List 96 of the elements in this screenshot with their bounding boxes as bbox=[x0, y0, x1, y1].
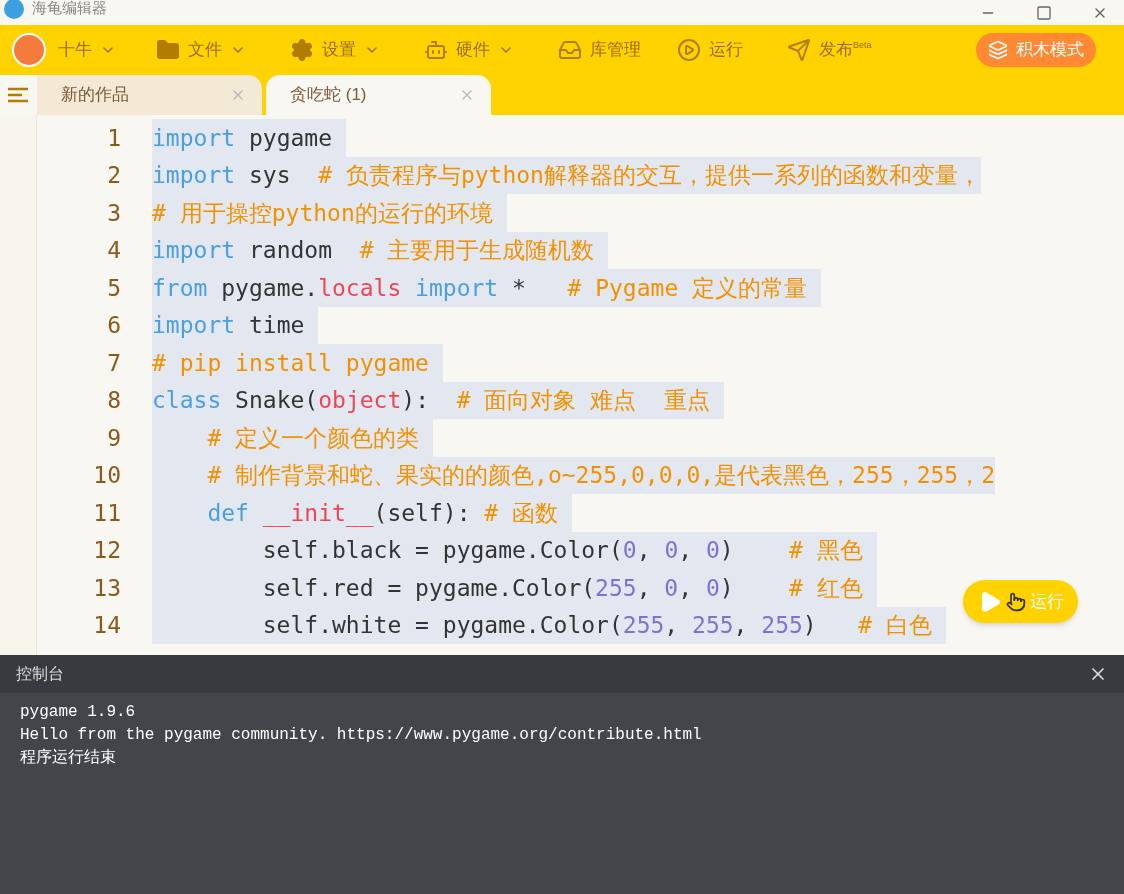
code-text: * bbox=[511, 273, 527, 303]
code-comment: # 函数 bbox=[484, 498, 560, 528]
line-number: 9 bbox=[106, 423, 121, 453]
number-literal: 0 bbox=[705, 573, 720, 603]
console-line: Hello from the pygame community. https://www.pygame.org/contribute.html bbox=[20, 725, 703, 746]
folder-icon bbox=[156, 38, 180, 62]
code-comment: # 制作背景和蛇、果实的的颜色,o~255,0,0,0,是代表黑色，255，255，2 bbox=[206, 461, 996, 490]
code-comment: # 定义一个颜色的类 bbox=[206, 423, 421, 453]
keyword: def bbox=[206, 498, 249, 528]
line-number: 2 bbox=[106, 161, 121, 190]
line-number: 13 bbox=[92, 573, 121, 603]
toolbar-menu[interactable]: 运行 bbox=[677, 37, 743, 63]
editor-tab[interactable]: 新的作品 bbox=[37, 75, 262, 115]
code-text: ) bbox=[719, 536, 735, 565]
block-mode-button[interactable]: 积木模式 bbox=[976, 33, 1096, 67]
code-text: ) bbox=[719, 573, 735, 603]
settings-icon bbox=[290, 38, 314, 62]
maximize-icon[interactable] bbox=[1036, 4, 1052, 21]
code-comment: # Pygame 定义的常量 bbox=[567, 273, 809, 303]
keyword: import bbox=[152, 123, 236, 153]
play-icon bbox=[677, 38, 701, 62]
line-number: 12 bbox=[92, 536, 121, 565]
avatar bbox=[12, 33, 46, 67]
console-title: 控制台 bbox=[16, 664, 64, 684]
line-number: 5 bbox=[106, 273, 121, 303]
code-comment: # 负责程序与python解释器的交互，提供一系列的函数和变量， bbox=[318, 161, 981, 190]
paper-plane-icon bbox=[787, 38, 811, 62]
number-literal: 0 bbox=[664, 536, 679, 565]
number-literal: 255 bbox=[595, 573, 637, 603]
code-text: random bbox=[247, 236, 334, 265]
line-number: 3 bbox=[106, 198, 121, 228]
code-comment: # 白色 bbox=[858, 611, 933, 640]
number-literal: 0 bbox=[622, 536, 637, 565]
number-literal: 0 bbox=[705, 536, 720, 565]
code-comment: # 用于操控python的运行的环境 bbox=[152, 198, 494, 228]
code-text: pygame. bbox=[220, 273, 319, 303]
code-comment: # 面向对象 难点 重点 bbox=[456, 386, 711, 415]
code-text: self.white = pygame.Color( bbox=[261, 611, 623, 640]
code-text: time bbox=[247, 311, 306, 340]
tab-label: 贪吃蛇 (1) bbox=[290, 84, 367, 107]
menu-icon[interactable] bbox=[7, 86, 30, 104]
number-literal: 255 bbox=[761, 611, 803, 640]
editor-tab[interactable]: 贪吃蛇 (1) bbox=[266, 75, 491, 115]
keyword: class bbox=[152, 386, 222, 415]
toolbar-menu[interactable]: 设置 bbox=[290, 37, 380, 63]
line-number: 14 bbox=[92, 611, 121, 640]
code-text: , bbox=[636, 536, 652, 565]
number-literal: 255 bbox=[692, 611, 734, 640]
line-number: 6 bbox=[106, 311, 121, 340]
number-literal: 0 bbox=[664, 573, 679, 603]
hand-cursor-icon bbox=[1005, 591, 1026, 612]
code-text: self.red = pygame.Color( bbox=[261, 573, 596, 603]
window-title: 海龟编辑器 bbox=[32, 0, 107, 19]
code-text: ): bbox=[401, 386, 430, 415]
number-literal: 255 bbox=[622, 611, 665, 640]
code-comment: # 黑色 bbox=[789, 536, 864, 565]
tray-icon bbox=[558, 38, 582, 62]
toolbar-menu[interactable]: 硬件 bbox=[424, 37, 514, 63]
line-number: 4 bbox=[106, 236, 121, 265]
keyword: import bbox=[152, 236, 236, 265]
code-text: , bbox=[733, 611, 749, 640]
toolbar-menu[interactable]: 库管理 bbox=[558, 37, 641, 63]
code-text: self.black = pygame.Color( bbox=[261, 536, 623, 565]
code-text: (self): bbox=[373, 498, 472, 526]
code-text: , bbox=[664, 611, 680, 640]
code-text: , bbox=[678, 536, 694, 565]
console-line: pygame 1.9.6 bbox=[20, 702, 137, 723]
user-menu[interactable]: 十牛 bbox=[58, 37, 116, 63]
beta-label: Beta bbox=[853, 39, 872, 51]
tab-label: 新的作品 bbox=[61, 84, 129, 107]
code-text: sys bbox=[247, 161, 292, 190]
keyword: import bbox=[414, 273, 499, 303]
robot-icon bbox=[424, 38, 448, 62]
keyword: import bbox=[152, 161, 236, 190]
toolbar-menu[interactable]: 文件 bbox=[156, 37, 246, 63]
app-logo-icon bbox=[4, 0, 24, 19]
builtin-name: locals bbox=[318, 273, 402, 303]
keyword: from bbox=[152, 273, 208, 303]
code-text: , bbox=[636, 573, 652, 603]
console-line: 程序运行结束 bbox=[20, 747, 117, 769]
code-comment: # 红色 bbox=[789, 573, 864, 603]
code-comment: # pip install pygame bbox=[152, 348, 430, 378]
builtin-name: object bbox=[318, 386, 402, 415]
line-number: 10 bbox=[92, 461, 121, 490]
code-text: Snake( bbox=[234, 386, 319, 415]
line-number: 1 bbox=[106, 123, 121, 153]
builtin-name: __init__ bbox=[261, 498, 374, 529]
code-comment: # 主要用于生成随机数 bbox=[359, 236, 596, 265]
code-text: pygame bbox=[247, 123, 334, 153]
code-text: ) bbox=[802, 611, 818, 640]
line-number: 7 bbox=[106, 348, 121, 378]
blocks-icon bbox=[988, 40, 1008, 60]
line-number: 8 bbox=[106, 386, 121, 415]
line-number: 11 bbox=[92, 498, 121, 528]
keyword: import bbox=[152, 311, 236, 340]
code-text: , bbox=[678, 573, 694, 603]
